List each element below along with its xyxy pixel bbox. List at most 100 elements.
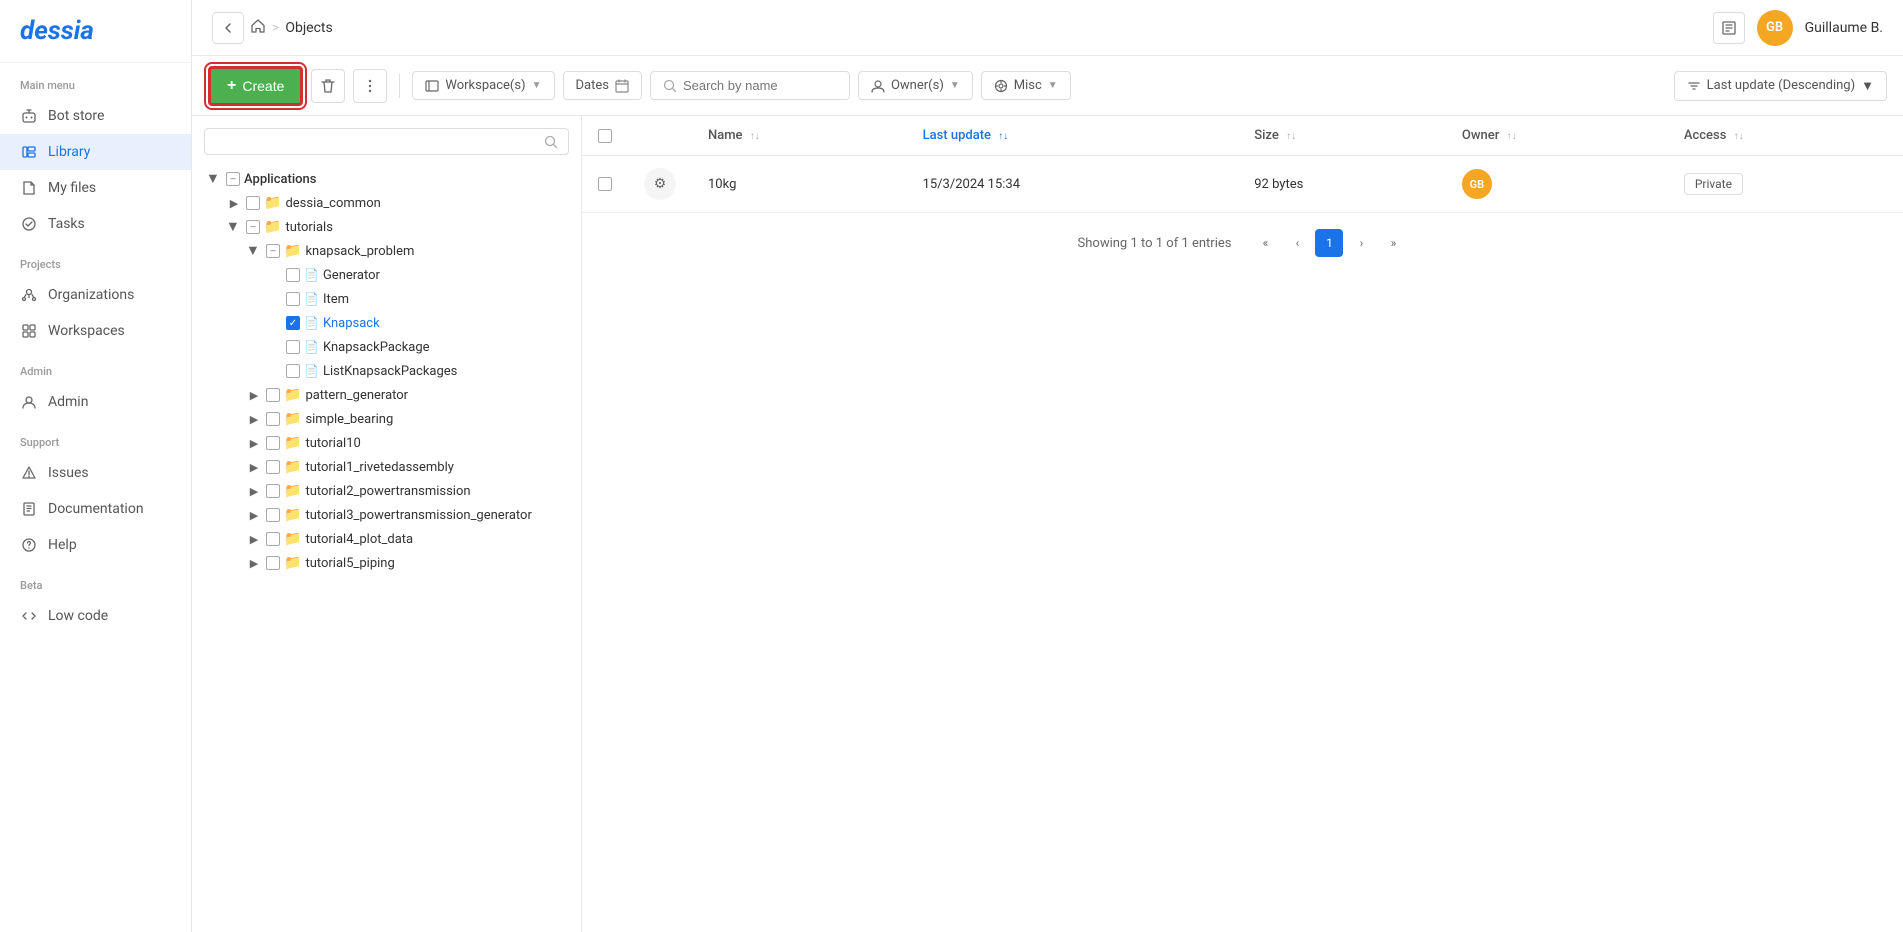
tree-checkbox[interactable] — [266, 388, 280, 402]
chevron-right-icon[interactable]: ▶ — [246, 387, 262, 403]
tree-item-item[interactable]: ▶ 📄 Item — [264, 287, 569, 311]
page-last-button[interactable]: » — [1379, 229, 1407, 257]
tree-item-dessia-common[interactable]: ▶ 📁 dessia_common — [224, 191, 569, 215]
page-next-button[interactable]: › — [1347, 229, 1375, 257]
tree-item-tutorial1-rivetedassembly[interactable]: ▶ 📁 tutorial1_rivetedassembly — [244, 455, 569, 479]
tree-item-tutorial5-piping[interactable]: ▶ 📁 tutorial5_piping — [244, 551, 569, 575]
chevron-right-icon[interactable]: ▶ — [246, 483, 262, 499]
notes-button[interactable] — [1713, 12, 1745, 44]
misc-dropdown[interactable]: Misc ▼ — [981, 71, 1071, 100]
chevron-right-icon[interactable]: ▶ — [246, 435, 262, 451]
chevron-down-icon[interactable]: ▶ — [246, 243, 262, 259]
tree-search-input[interactable] — [215, 134, 544, 149]
chevron-right-icon[interactable]: ▶ — [246, 459, 262, 475]
tree-checkbox[interactable] — [286, 268, 300, 282]
chevron-right-icon[interactable]: ▶ — [246, 555, 262, 571]
tree-root-applications[interactable]: ▶ Applications — [204, 167, 569, 191]
tree-item-list-knapsack-packages[interactable]: ▶ 📄 ListKnapsackPackages — [264, 359, 569, 383]
chevron-down-icon[interactable]: ▶ — [226, 219, 242, 235]
sort-dropdown[interactable]: Last update (Descending) ▼ — [1674, 71, 1887, 101]
col-name[interactable]: Name ↑↓ — [692, 116, 907, 156]
chevron-down-icon[interactable]: ▶ — [206, 171, 222, 187]
tree-item-tutorial3-powertransmission-generator[interactable]: ▶ 📁 tutorial3_powertransmission_generato… — [244, 503, 569, 527]
sidebar-item-library[interactable]: Library — [0, 134, 191, 170]
create-button[interactable]: + Create — [208, 66, 303, 106]
tree-checkbox[interactable] — [266, 460, 280, 474]
sidebar-item-organizations[interactable]: Organizations — [0, 277, 191, 313]
col-size[interactable]: Size ↑↓ — [1238, 116, 1446, 156]
tree-checkbox[interactable] — [266, 508, 280, 522]
sidebar-item-admin[interactable]: Admin — [0, 384, 191, 420]
tree-checkbox[interactable] — [286, 364, 300, 378]
sort-label: Last update (Descending) — [1707, 78, 1855, 93]
dates-dropdown[interactable]: Dates — [563, 71, 642, 100]
back-button[interactable] — [212, 12, 244, 44]
tree-checkbox[interactable] — [266, 244, 280, 258]
file-icon: 📄 — [304, 268, 319, 282]
tree-item-knapsack-package[interactable]: ▶ 📄 KnapsackPackage — [264, 335, 569, 359]
search-input[interactable] — [683, 78, 823, 93]
plus-icon: + — [227, 77, 236, 95]
delete-button[interactable] — [311, 69, 345, 103]
sidebar-item-low-code[interactable]: Low code — [0, 598, 191, 634]
row-checkbox[interactable] — [598, 177, 612, 191]
tree-checkbox[interactable] — [266, 484, 280, 498]
page-1-button[interactable]: 1 — [1315, 229, 1343, 257]
tree-checkbox-checked[interactable] — [286, 316, 300, 330]
page-first-button[interactable]: « — [1251, 229, 1279, 257]
table-row: ⚙ 10kg 15/3/2024 15:34 92 bytes GB Priva… — [582, 156, 1903, 213]
sidebar-item-label: Workspaces — [48, 323, 125, 339]
gear-icon[interactable]: ⚙ — [644, 168, 676, 200]
col-last-update[interactable]: Last update ↑↓ — [907, 116, 1239, 156]
search-box[interactable] — [650, 71, 850, 100]
tree-item-tutorial10[interactable]: ▶ 📁 tutorial10 — [244, 431, 569, 455]
tree-checkbox[interactable] — [266, 532, 280, 546]
tree-item-tutorial2-powertransmission[interactable]: ▶ 📁 tutorial2_powertransmission — [244, 479, 569, 503]
chevron-right-icon[interactable]: ▶ — [246, 507, 262, 523]
tree-search-box[interactable] — [204, 128, 569, 155]
workspace-dropdown[interactable]: Workspace(s) ▼ — [412, 71, 554, 100]
tree-item-label: tutorial10 — [305, 436, 360, 451]
sidebar-item-issues[interactable]: Issues — [0, 455, 191, 491]
sidebar-item-my-files[interactable]: My files — [0, 170, 191, 206]
owner-dropdown[interactable]: Owner(s) ▼ — [858, 71, 973, 100]
page-prev-button[interactable]: ‹ — [1283, 229, 1311, 257]
tree-item-tutorials[interactable]: ▶ 📁 tutorials — [224, 215, 569, 239]
sidebar-item-tasks[interactable]: Tasks — [0, 206, 191, 242]
sidebar-item-workspaces[interactable]: Workspaces — [0, 313, 191, 349]
folder-icon: 📁 — [264, 219, 281, 235]
tree-checkbox[interactable] — [286, 292, 300, 306]
more-options-button[interactable] — [353, 69, 387, 103]
chevron-right-icon[interactable]: ▶ — [246, 411, 262, 427]
tree-checkbox[interactable] — [266, 412, 280, 426]
tree-item-pattern-generator[interactable]: ▶ 📁 pattern_generator — [244, 383, 569, 407]
avatar[interactable]: GB — [1757, 10, 1793, 46]
tree-item-simple-bearing[interactable]: ▶ 📁 simple_bearing — [244, 407, 569, 431]
tree-checkbox[interactable] — [286, 340, 300, 354]
sidebar-item-help[interactable]: Help — [0, 527, 191, 563]
sidebar-item-documentation[interactable]: Documentation — [0, 491, 191, 527]
tree-item-knapsack[interactable]: ▶ 📄 Knapsack — [264, 311, 569, 335]
cell-name: 10kg — [692, 156, 907, 213]
tree-item-label: knapsack_problem — [305, 244, 414, 259]
tree-checkbox[interactable] — [226, 172, 240, 186]
tree-item-label: Knapsack — [323, 316, 380, 331]
tree-checkbox[interactable] — [266, 556, 280, 570]
chevron-right-icon[interactable]: ▶ — [226, 195, 242, 211]
select-all-checkbox[interactable] — [598, 129, 612, 143]
tree-item-label: KnapsackPackage — [323, 340, 430, 355]
col-access[interactable]: Access ↑↓ — [1668, 116, 1903, 156]
tree-item-knapsack-problem[interactable]: ▶ 📁 knapsack_problem — [244, 239, 569, 263]
tutorials-children: ▶ 📁 knapsack_problem ▶ 📄 Generator — [224, 239, 569, 575]
tree-checkbox[interactable] — [266, 436, 280, 450]
tree-checkbox[interactable] — [246, 196, 260, 210]
tree-item-tutorial4-plot-data[interactable]: ▶ 📁 tutorial4_plot_data — [244, 527, 569, 551]
tree-checkbox[interactable] — [246, 220, 260, 234]
tree-item-generator[interactable]: ▶ 📄 Generator — [264, 263, 569, 287]
sidebar-item-bot-store[interactable]: Bot store — [0, 98, 191, 134]
sidebar-item-label: Admin — [48, 394, 88, 410]
projects-label: Projects — [0, 242, 191, 277]
chevron-right-icon[interactable]: ▶ — [246, 531, 262, 547]
col-owner[interactable]: Owner ↑↓ — [1446, 116, 1668, 156]
home-icon[interactable] — [250, 18, 266, 38]
